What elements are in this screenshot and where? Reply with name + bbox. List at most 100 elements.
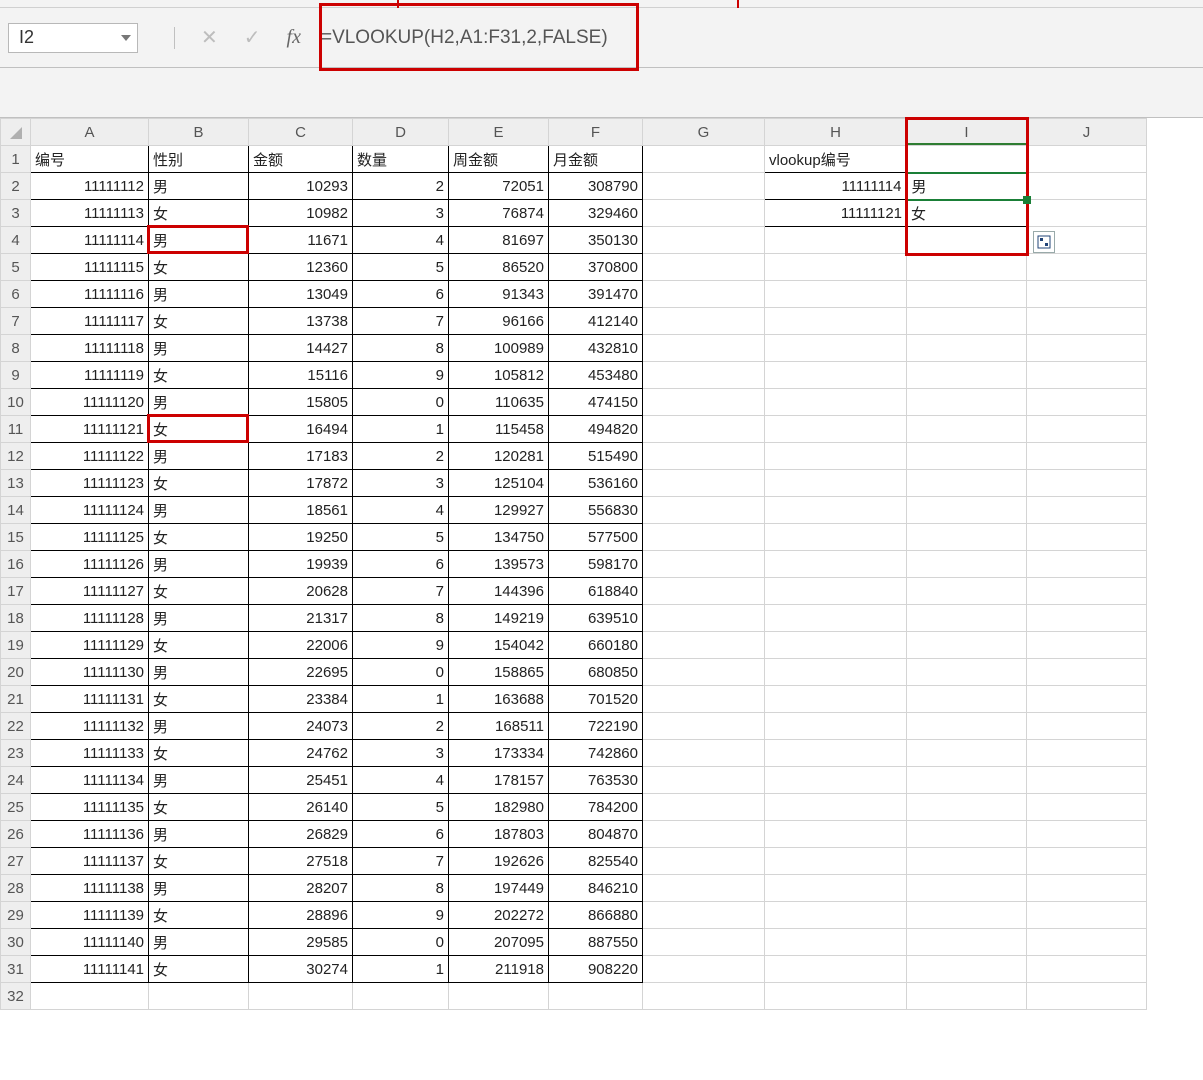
cell-E25[interactable]: 182980 xyxy=(449,794,549,821)
cell-C15[interactable]: 19250 xyxy=(249,524,353,551)
cell-J21[interactable] xyxy=(1027,686,1147,713)
cell-I10[interactable] xyxy=(907,389,1027,416)
cell-F26[interactable]: 804870 xyxy=(549,821,643,848)
cell-E16[interactable]: 139573 xyxy=(449,551,549,578)
cell-A14[interactable]: 11111124 xyxy=(31,497,149,524)
formula-input[interactable]: =VLOOKUP(H2,A1:F31,2,FALSE) xyxy=(321,27,608,48)
cell-B25[interactable]: 女 xyxy=(149,794,249,821)
cell-G6[interactable] xyxy=(643,281,765,308)
cell-D18[interactable]: 8 xyxy=(353,605,449,632)
cell-C17[interactable]: 20628 xyxy=(249,578,353,605)
cell-B27[interactable]: 女 xyxy=(149,848,249,875)
cell-J29[interactable] xyxy=(1027,902,1147,929)
cell-D30[interactable]: 0 xyxy=(353,929,449,956)
cell-J28[interactable] xyxy=(1027,875,1147,902)
cell-E5[interactable]: 86520 xyxy=(449,254,549,281)
cell-D3[interactable]: 3 xyxy=(353,200,449,227)
cell-C31[interactable]: 30274 xyxy=(249,956,353,983)
cell-B3[interactable]: 女 xyxy=(149,200,249,227)
cell-H5[interactable] xyxy=(765,254,907,281)
cell-A13[interactable]: 11111123 xyxy=(31,470,149,497)
col-header-C[interactable]: C xyxy=(249,119,353,146)
cell-E14[interactable]: 129927 xyxy=(449,497,549,524)
row-header-20[interactable]: 20 xyxy=(1,659,31,686)
cell-I30[interactable] xyxy=(907,929,1027,956)
cell-H32[interactable] xyxy=(765,983,907,1010)
cell-F13[interactable]: 536160 xyxy=(549,470,643,497)
cell-G25[interactable] xyxy=(643,794,765,821)
cell-A23[interactable]: 11111133 xyxy=(31,740,149,767)
cell-J23[interactable] xyxy=(1027,740,1147,767)
cell-B22[interactable]: 男 xyxy=(149,713,249,740)
cell-C13[interactable]: 17872 xyxy=(249,470,353,497)
cell-F14[interactable]: 556830 xyxy=(549,497,643,524)
cell-C11[interactable]: 16494 xyxy=(249,416,353,443)
cell-D7[interactable]: 7 xyxy=(353,308,449,335)
cell-I22[interactable] xyxy=(907,713,1027,740)
cell-C6[interactable]: 13049 xyxy=(249,281,353,308)
cell-C22[interactable]: 24073 xyxy=(249,713,353,740)
cell-I28[interactable] xyxy=(907,875,1027,902)
row-header-10[interactable]: 10 xyxy=(1,389,31,416)
row-header-17[interactable]: 17 xyxy=(1,578,31,605)
cell-J32[interactable] xyxy=(1027,983,1147,1010)
row-header-21[interactable]: 21 xyxy=(1,686,31,713)
cell-I8[interactable] xyxy=(907,335,1027,362)
cell-D15[interactable]: 5 xyxy=(353,524,449,551)
cell-D8[interactable]: 8 xyxy=(353,335,449,362)
cell-B21[interactable]: 女 xyxy=(149,686,249,713)
cell-G2[interactable] xyxy=(643,173,765,200)
cell-D6[interactable]: 6 xyxy=(353,281,449,308)
cell-J15[interactable] xyxy=(1027,524,1147,551)
cell-F29[interactable]: 866880 xyxy=(549,902,643,929)
cell-J3[interactable] xyxy=(1027,200,1147,227)
cell-B28[interactable]: 男 xyxy=(149,875,249,902)
cell-C4[interactable]: 11671 xyxy=(249,227,353,254)
cell-B2[interactable]: 男 xyxy=(149,173,249,200)
cell-H31[interactable] xyxy=(765,956,907,983)
cell-I24[interactable] xyxy=(907,767,1027,794)
cell-I12[interactable] xyxy=(907,443,1027,470)
row-header-24[interactable]: 24 xyxy=(1,767,31,794)
cell-B31[interactable]: 女 xyxy=(149,956,249,983)
cell-E22[interactable]: 168511 xyxy=(449,713,549,740)
cell-I2[interactable]: 男 xyxy=(907,173,1027,200)
cell-I27[interactable] xyxy=(907,848,1027,875)
cell-A5[interactable]: 11111115 xyxy=(31,254,149,281)
cell-J24[interactable] xyxy=(1027,767,1147,794)
cell-D26[interactable]: 6 xyxy=(353,821,449,848)
cell-J25[interactable] xyxy=(1027,794,1147,821)
spreadsheet-grid[interactable]: ABCDEFGHIJ1编号性别金额数量周金额月金额vlookup编号211111… xyxy=(0,118,1203,1010)
cell-E24[interactable]: 178157 xyxy=(449,767,549,794)
col-header-H[interactable]: H xyxy=(765,119,907,146)
cell-C9[interactable]: 15116 xyxy=(249,362,353,389)
cell-J22[interactable] xyxy=(1027,713,1147,740)
cell-F7[interactable]: 412140 xyxy=(549,308,643,335)
cell-F12[interactable]: 515490 xyxy=(549,443,643,470)
cell-E10[interactable]: 110635 xyxy=(449,389,549,416)
cell-C25[interactable]: 26140 xyxy=(249,794,353,821)
cell-D1[interactable]: 数量 xyxy=(353,146,449,173)
cell-H8[interactable] xyxy=(765,335,907,362)
cell-E29[interactable]: 202272 xyxy=(449,902,549,929)
row-header-32[interactable]: 32 xyxy=(1,983,31,1010)
cell-A7[interactable]: 11111117 xyxy=(31,308,149,335)
cell-B14[interactable]: 男 xyxy=(149,497,249,524)
cell-E1[interactable]: 周金额 xyxy=(449,146,549,173)
cell-A27[interactable]: 11111137 xyxy=(31,848,149,875)
cell-H25[interactable] xyxy=(765,794,907,821)
cell-C18[interactable]: 21317 xyxy=(249,605,353,632)
cell-F2[interactable]: 308790 xyxy=(549,173,643,200)
cell-H9[interactable] xyxy=(765,362,907,389)
row-header-26[interactable]: 26 xyxy=(1,821,31,848)
cell-A25[interactable]: 11111135 xyxy=(31,794,149,821)
chevron-down-icon[interactable] xyxy=(121,35,131,41)
cell-F28[interactable]: 846210 xyxy=(549,875,643,902)
cell-I25[interactable] xyxy=(907,794,1027,821)
select-all-corner[interactable] xyxy=(1,119,31,146)
cell-G4[interactable] xyxy=(643,227,765,254)
cell-F20[interactable]: 680850 xyxy=(549,659,643,686)
col-header-I[interactable]: I xyxy=(907,119,1027,146)
cell-B11[interactable]: 女 xyxy=(149,416,249,443)
cell-C30[interactable]: 29585 xyxy=(249,929,353,956)
